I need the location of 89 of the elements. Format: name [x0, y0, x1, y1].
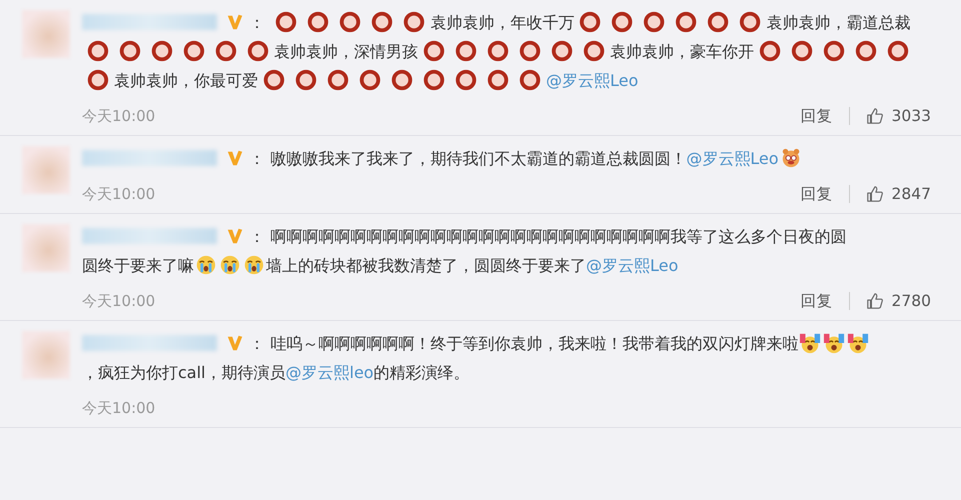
ring-icon — [247, 40, 269, 62]
comment-time: 今天10:00 — [82, 184, 156, 204]
ring-icon — [275, 11, 298, 33]
ring-icon — [487, 69, 509, 91]
username-blur[interactable] — [82, 228, 217, 244]
ring-icon — [371, 11, 394, 33]
comment-text: 袁帅袁帅，你最可爱 — [114, 71, 258, 90]
reply-link[interactable]: 回复 — [800, 106, 833, 126]
comment-text: 袁帅袁帅，年收千万 — [430, 13, 574, 32]
ring-icon — [487, 40, 509, 62]
ring-icon — [611, 11, 634, 33]
verified-icon — [226, 13, 244, 31]
like-icon[interactable] — [866, 292, 884, 310]
verified-icon — [226, 227, 244, 245]
ring-icon — [307, 11, 330, 33]
like-count: 2780 — [892, 292, 931, 310]
ring-icon — [119, 40, 141, 62]
username-blur[interactable] — [82, 14, 217, 30]
ring-icon — [551, 40, 573, 62]
avatar[interactable] — [22, 331, 70, 379]
like-count: 3033 — [892, 107, 931, 125]
cheering-face-icon — [847, 332, 870, 354]
comment-time: 今天10:00 — [82, 106, 156, 126]
avatar[interactable] — [22, 146, 70, 194]
mention-link[interactable]: @罗云熙Leo — [686, 149, 779, 168]
ring-icon — [423, 40, 445, 62]
reply-link[interactable]: 回复 — [800, 184, 833, 204]
ring-icon — [675, 11, 698, 33]
cheering-face-icon — [799, 332, 822, 354]
ring-icon — [455, 69, 477, 91]
ring-icon — [215, 40, 237, 62]
comment-text: 哇呜～啊啊啊啊啊啊！终于等到你袁帅，我来啦！我带着我的双闪灯牌来啦 — [270, 334, 798, 353]
ring-icon — [295, 69, 317, 91]
comment-time: 今天10:00 — [82, 292, 156, 310]
ring-icon — [423, 69, 445, 91]
ring-icon — [339, 11, 362, 33]
colon-text: ： — [249, 149, 266, 168]
verified-icon — [226, 334, 244, 352]
username-blur[interactable] — [82, 150, 217, 166]
comment-text: 嗷嗷嗷我来了我来了，期待我们不太霸道的霸道总裁圆圆！ — [270, 149, 686, 168]
ring-icon — [151, 40, 173, 62]
mention-link[interactable]: @罗云熙Leo — [546, 71, 638, 90]
like-icon[interactable] — [866, 185, 884, 203]
comment-text: 墙上的砖块都被我数清楚了，圆圆终于要来了 — [266, 256, 586, 275]
comment-text: 袁帅袁帅，豪车你开 — [610, 42, 754, 61]
colon-text: ： — [249, 227, 266, 246]
ring-icon — [183, 40, 205, 62]
ring-icon — [327, 69, 349, 91]
ring-icon — [759, 40, 781, 62]
colon-text: ： — [249, 13, 266, 32]
mention-link[interactable]: @罗云熙Leo — [586, 256, 678, 275]
ring-icon — [359, 69, 381, 91]
mention-link[interactable]: @罗云熙leo — [286, 363, 374, 382]
like-icon[interactable] — [866, 107, 884, 125]
ring-icon — [263, 69, 285, 91]
ring-icon — [887, 40, 909, 62]
ring-icon — [519, 40, 541, 62]
avatar[interactable] — [22, 224, 70, 272]
ring-icon — [823, 40, 845, 62]
comment-text: 的精彩演绎。 — [374, 363, 470, 382]
ring-icon — [855, 40, 877, 62]
comment-time: 今天10:00 — [82, 398, 156, 418]
ring-icon — [583, 40, 605, 62]
comment-text: 袁帅袁帅，深情男孩 — [274, 42, 418, 61]
verified-icon — [226, 149, 244, 167]
reply-link[interactable]: 回复 — [800, 290, 833, 312]
ring-icon — [791, 40, 813, 62]
comment-text: 啊啊啊啊啊啊啊啊啊啊啊啊啊啊啊啊啊啊啊啊啊啊啊啊啊我等了这么多个日夜的圆 — [270, 227, 846, 246]
like-count: 2847 — [892, 185, 931, 203]
ring-icon — [391, 69, 413, 91]
crying-face-icon — [243, 254, 265, 276]
ring-icon — [739, 11, 762, 33]
ring-icon — [87, 69, 109, 91]
comment-text: 圆终于要来了嘛 — [82, 256, 194, 275]
username-blur[interactable] — [82, 335, 217, 351]
crying-face-icon — [195, 254, 217, 276]
ring-icon — [519, 69, 541, 91]
ring-icon — [87, 40, 109, 62]
comment-text: 袁帅袁帅，霸道总裁 — [766, 13, 910, 32]
comment-text: ，疯狂为你打call，期待演员 — [82, 363, 286, 382]
crying-face-icon — [219, 254, 241, 276]
ring-icon — [707, 11, 730, 33]
ring-icon — [455, 40, 477, 62]
avatar[interactable] — [22, 10, 70, 58]
colon-text: ： — [249, 334, 266, 353]
ring-icon — [579, 11, 602, 33]
ring-icon — [403, 11, 426, 33]
ring-icon — [643, 11, 666, 33]
cheering-face-icon — [823, 332, 846, 354]
